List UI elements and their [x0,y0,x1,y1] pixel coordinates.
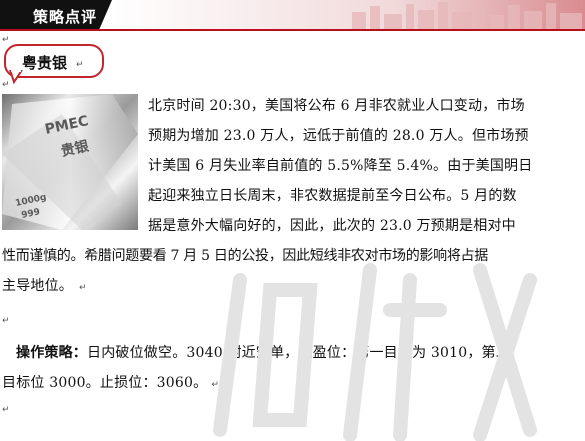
callout-label: 粤贵银 [22,54,68,72]
body-line: 主导地位。 ↵ [2,271,87,303]
body-line: 预期为增加 23.0 万人，远低于前值的 28.0 万人。但市场预 [148,128,529,144]
city-skyline-graphic [112,0,585,30]
strategy-text-1: 日内破位做空。3040 附近空单，止盈位：第一目标为 3010，第二 [87,345,510,361]
body-line: 北京时间 20:30，美国将公布 6 月非农就业人口变动，市场 [148,98,525,114]
paragraph-mark: ↵ [2,405,10,415]
header-rule [0,29,585,31]
paragraph-mark: ↵ [2,80,10,90]
body-line-text: 主导地位。 [2,278,73,294]
paragraph-mark: ↵ [211,380,220,390]
body-line: 据是意外大幅向好的，因此，此次的 23.0 万预期是相对中 [148,218,516,234]
strategy-text-2: 目标位 3000。止损位：3060。 [2,375,208,391]
silver-bar-photo: PMEC 贵银 1000g 999 [2,94,138,230]
paragraph-mark: ↵ [79,283,87,293]
strategy-line: 目标位 3000。止损位：3060。 ↵ [2,368,219,400]
strategy-label: 操作策略： [16,345,87,361]
paragraph-mark: ↵ [2,316,10,326]
strategy-line: 操作策略：日内破位做空。3040 附近空单，止盈位：第一目标为 3010，第二 [16,338,510,368]
body-line: 性而谨慎的。希腊问题要看 7 月 5 日的公投，因此短线非农对市场的影响将占据 [2,248,488,264]
section-header: 策略点评 [0,0,585,32]
body-line: 起迎来独立日长周末，非农数据提前至今日公布。5 月的数 [148,188,517,204]
paragraph-mark: ↵ [76,60,84,70]
header-title: 策略点评 [33,8,98,26]
body-line: 计美国 6 月失业率自前值的 5.5%降至 5.4%。由于美国明日 [148,158,533,174]
paragraph-mark: ↵ [2,35,10,45]
